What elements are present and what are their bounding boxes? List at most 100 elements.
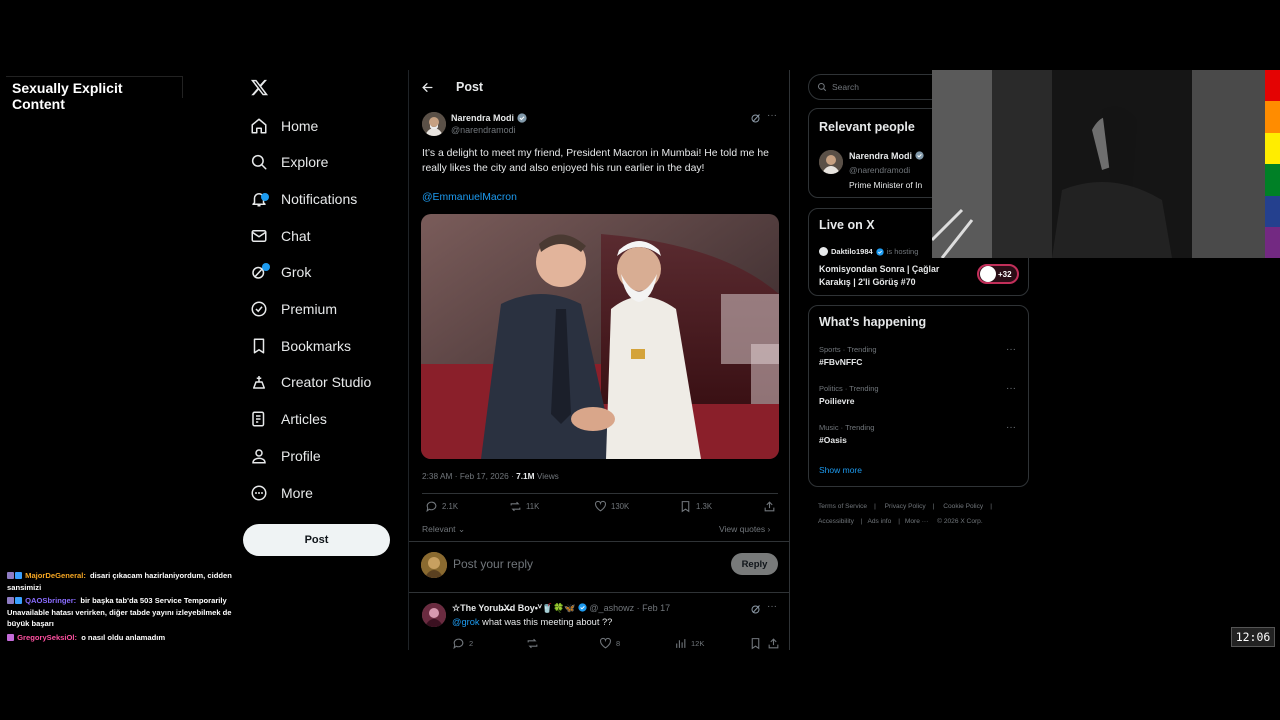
back-arrow-icon[interactable]: [421, 81, 434, 94]
footer-link[interactable]: Cookie Policy: [943, 503, 983, 510]
person-name[interactable]: Narendra Modi: [849, 151, 924, 161]
footer-link[interactable]: Accessibility: [818, 518, 854, 525]
trend-name: Poilievre: [819, 396, 855, 406]
tweet-photo[interactable]: [421, 214, 779, 459]
reply-input[interactable]: Post your reply: [453, 557, 533, 571]
bookmark-action[interactable]: [749, 637, 762, 650]
reply-count: 2.1K: [442, 502, 459, 511]
view-quotes-label: View quotes: [719, 524, 766, 534]
repost-action[interactable]: 11K: [509, 500, 539, 513]
like-count: 8: [616, 639, 621, 648]
trend-name: #Oasis: [819, 435, 847, 445]
show-more-link[interactable]: Show more: [819, 465, 862, 475]
chat-message: MajorDeGeneral: disari çıkacam hazirlani…: [7, 570, 245, 593]
chat-badge-icon: [15, 572, 22, 579]
grok-icon[interactable]: [750, 112, 762, 124]
pride-flag: [1265, 70, 1280, 258]
footer-link[interactable]: Ads info: [867, 518, 891, 525]
footer-link[interactable]: Terms of Service: [818, 503, 867, 510]
like-action[interactable]: 8: [599, 637, 620, 650]
avatar[interactable]: [422, 112, 446, 136]
more-options-icon[interactable]: ···: [767, 601, 777, 612]
repost-action[interactable]: [526, 637, 539, 650]
more-options-icon[interactable]: ···: [767, 110, 777, 121]
trend-item[interactable]: Music · Trending #Oasis: [819, 423, 1019, 445]
author-handle[interactable]: @narendramodi: [451, 125, 516, 135]
nav-home[interactable]: Home: [250, 112, 318, 140]
more-options-icon[interactable]: ···: [1006, 344, 1016, 355]
reply-action[interactable]: 2: [452, 637, 473, 650]
footer-link[interactable]: Privacy Policy: [885, 503, 926, 510]
column-divider: [408, 70, 409, 650]
page-title: Post: [456, 80, 484, 94]
more-options-icon[interactable]: ···: [1006, 383, 1016, 394]
nav-creator-studio[interactable]: Creator Studio: [250, 368, 371, 396]
mention-link[interactable]: @grok: [452, 617, 480, 627]
reply-avatar[interactable]: [422, 603, 446, 627]
sort-relevant-dropdown[interactable]: Relevant ⌄: [422, 524, 465, 535]
nav-notifications[interactable]: Notifications: [250, 185, 357, 213]
like-action[interactable]: 130K: [594, 500, 629, 513]
verified-badge-icon: [876, 247, 884, 256]
chat-badge-icon: [7, 633, 14, 641]
chat-message: QAOSbringer: bir başka tab'da 503 Servic…: [7, 595, 245, 630]
view-quotes-link[interactable]: View quotes ›: [719, 524, 770, 534]
author-name[interactable]: Narendra Modi: [451, 113, 527, 123]
chat-username[interactable]: QAOSbringer:: [25, 596, 76, 605]
verified-icon: [250, 300, 268, 318]
trend-item[interactable]: Politics · Trending Poilievre: [819, 384, 1019, 406]
repost-icon: [526, 637, 539, 650]
post-button[interactable]: Post: [243, 524, 390, 556]
trend-category: Music · Trending: [819, 423, 875, 432]
nav-label: Profile: [281, 448, 321, 464]
live-host[interactable]: Daktilo1984 is hosting: [819, 247, 918, 256]
bell-icon: [250, 190, 269, 208]
reply-count: 2: [469, 639, 474, 648]
person-handle[interactable]: @narendramodi: [849, 165, 910, 175]
nav-bookmarks[interactable]: Bookmarks: [250, 332, 351, 360]
trend-item[interactable]: Sports · Trending #FBvNFFC: [819, 345, 1019, 367]
x-logo-icon[interactable]: [250, 78, 270, 98]
chat-username[interactable]: GregorySeksiOl:: [17, 633, 77, 642]
person-bio: Prime Minister of In: [849, 180, 923, 190]
chevron-right-icon: ›: [767, 524, 771, 534]
tweet-text: It’s a delight to meet my friend, Presid…: [422, 148, 769, 174]
copyright: © 2026 X Corp.: [937, 518, 983, 525]
tweet-timestamp[interactable]: 2:38 AM · Feb 17, 2026 · 7.1M Views: [422, 471, 559, 481]
footer-link[interactable]: More ···: [905, 518, 928, 525]
bookmark-action[interactable]: 1.3K: [679, 500, 712, 513]
grok-icon[interactable]: [750, 603, 762, 615]
nav-premium[interactable]: Premium: [250, 295, 337, 323]
reply-author[interactable]: ☆The Yorub̶X̶d Boy•ⱽ🥤🍀🦋 @_ashowz · Feb 1…: [452, 603, 670, 614]
nav-label: Articles: [281, 411, 327, 427]
reply-button[interactable]: Reply: [731, 553, 778, 575]
chat-username[interactable]: MajorDeGeneral:: [25, 571, 86, 580]
view-count: 12K: [691, 639, 705, 648]
nav-articles[interactable]: Articles: [250, 405, 327, 433]
tweet-actions: 2.1K 11K 130K 1.3K: [422, 500, 782, 516]
stream-chat: MajorDeGeneral: disari çıkacam hazirlani…: [7, 570, 245, 645]
nav-more[interactable]: More: [250, 479, 313, 507]
nav-grok[interactable]: Grok: [250, 258, 311, 286]
share-action[interactable]: [763, 500, 776, 513]
search-icon: [817, 82, 827, 92]
views-count: 7.1M: [516, 471, 535, 481]
nav-label: More: [281, 485, 313, 501]
like-count: 130K: [611, 502, 630, 511]
mention-link[interactable]: @EmmanuelMacron: [422, 192, 517, 203]
nav-chat[interactable]: Chat: [250, 222, 311, 250]
nav-label: Explore: [281, 154, 329, 170]
share-action[interactable]: [767, 637, 780, 650]
listeners-pill[interactable]: +32: [977, 264, 1019, 284]
reply-action[interactable]: 2.1K: [425, 500, 458, 513]
share-icon: [767, 637, 780, 650]
views-action[interactable]: 12K: [674, 637, 704, 650]
nav-explore[interactable]: Explore: [250, 148, 328, 176]
my-avatar[interactable]: [421, 552, 447, 578]
more-options-icon[interactable]: ···: [1006, 422, 1016, 433]
space-title[interactable]: Komisyondan Sonra | Çağlar Karakış | 2'l…: [819, 263, 959, 288]
nav-profile[interactable]: Profile: [250, 442, 321, 470]
reply-icon: [425, 500, 438, 513]
heart-icon: [594, 500, 607, 513]
avatar[interactable]: [819, 150, 843, 174]
